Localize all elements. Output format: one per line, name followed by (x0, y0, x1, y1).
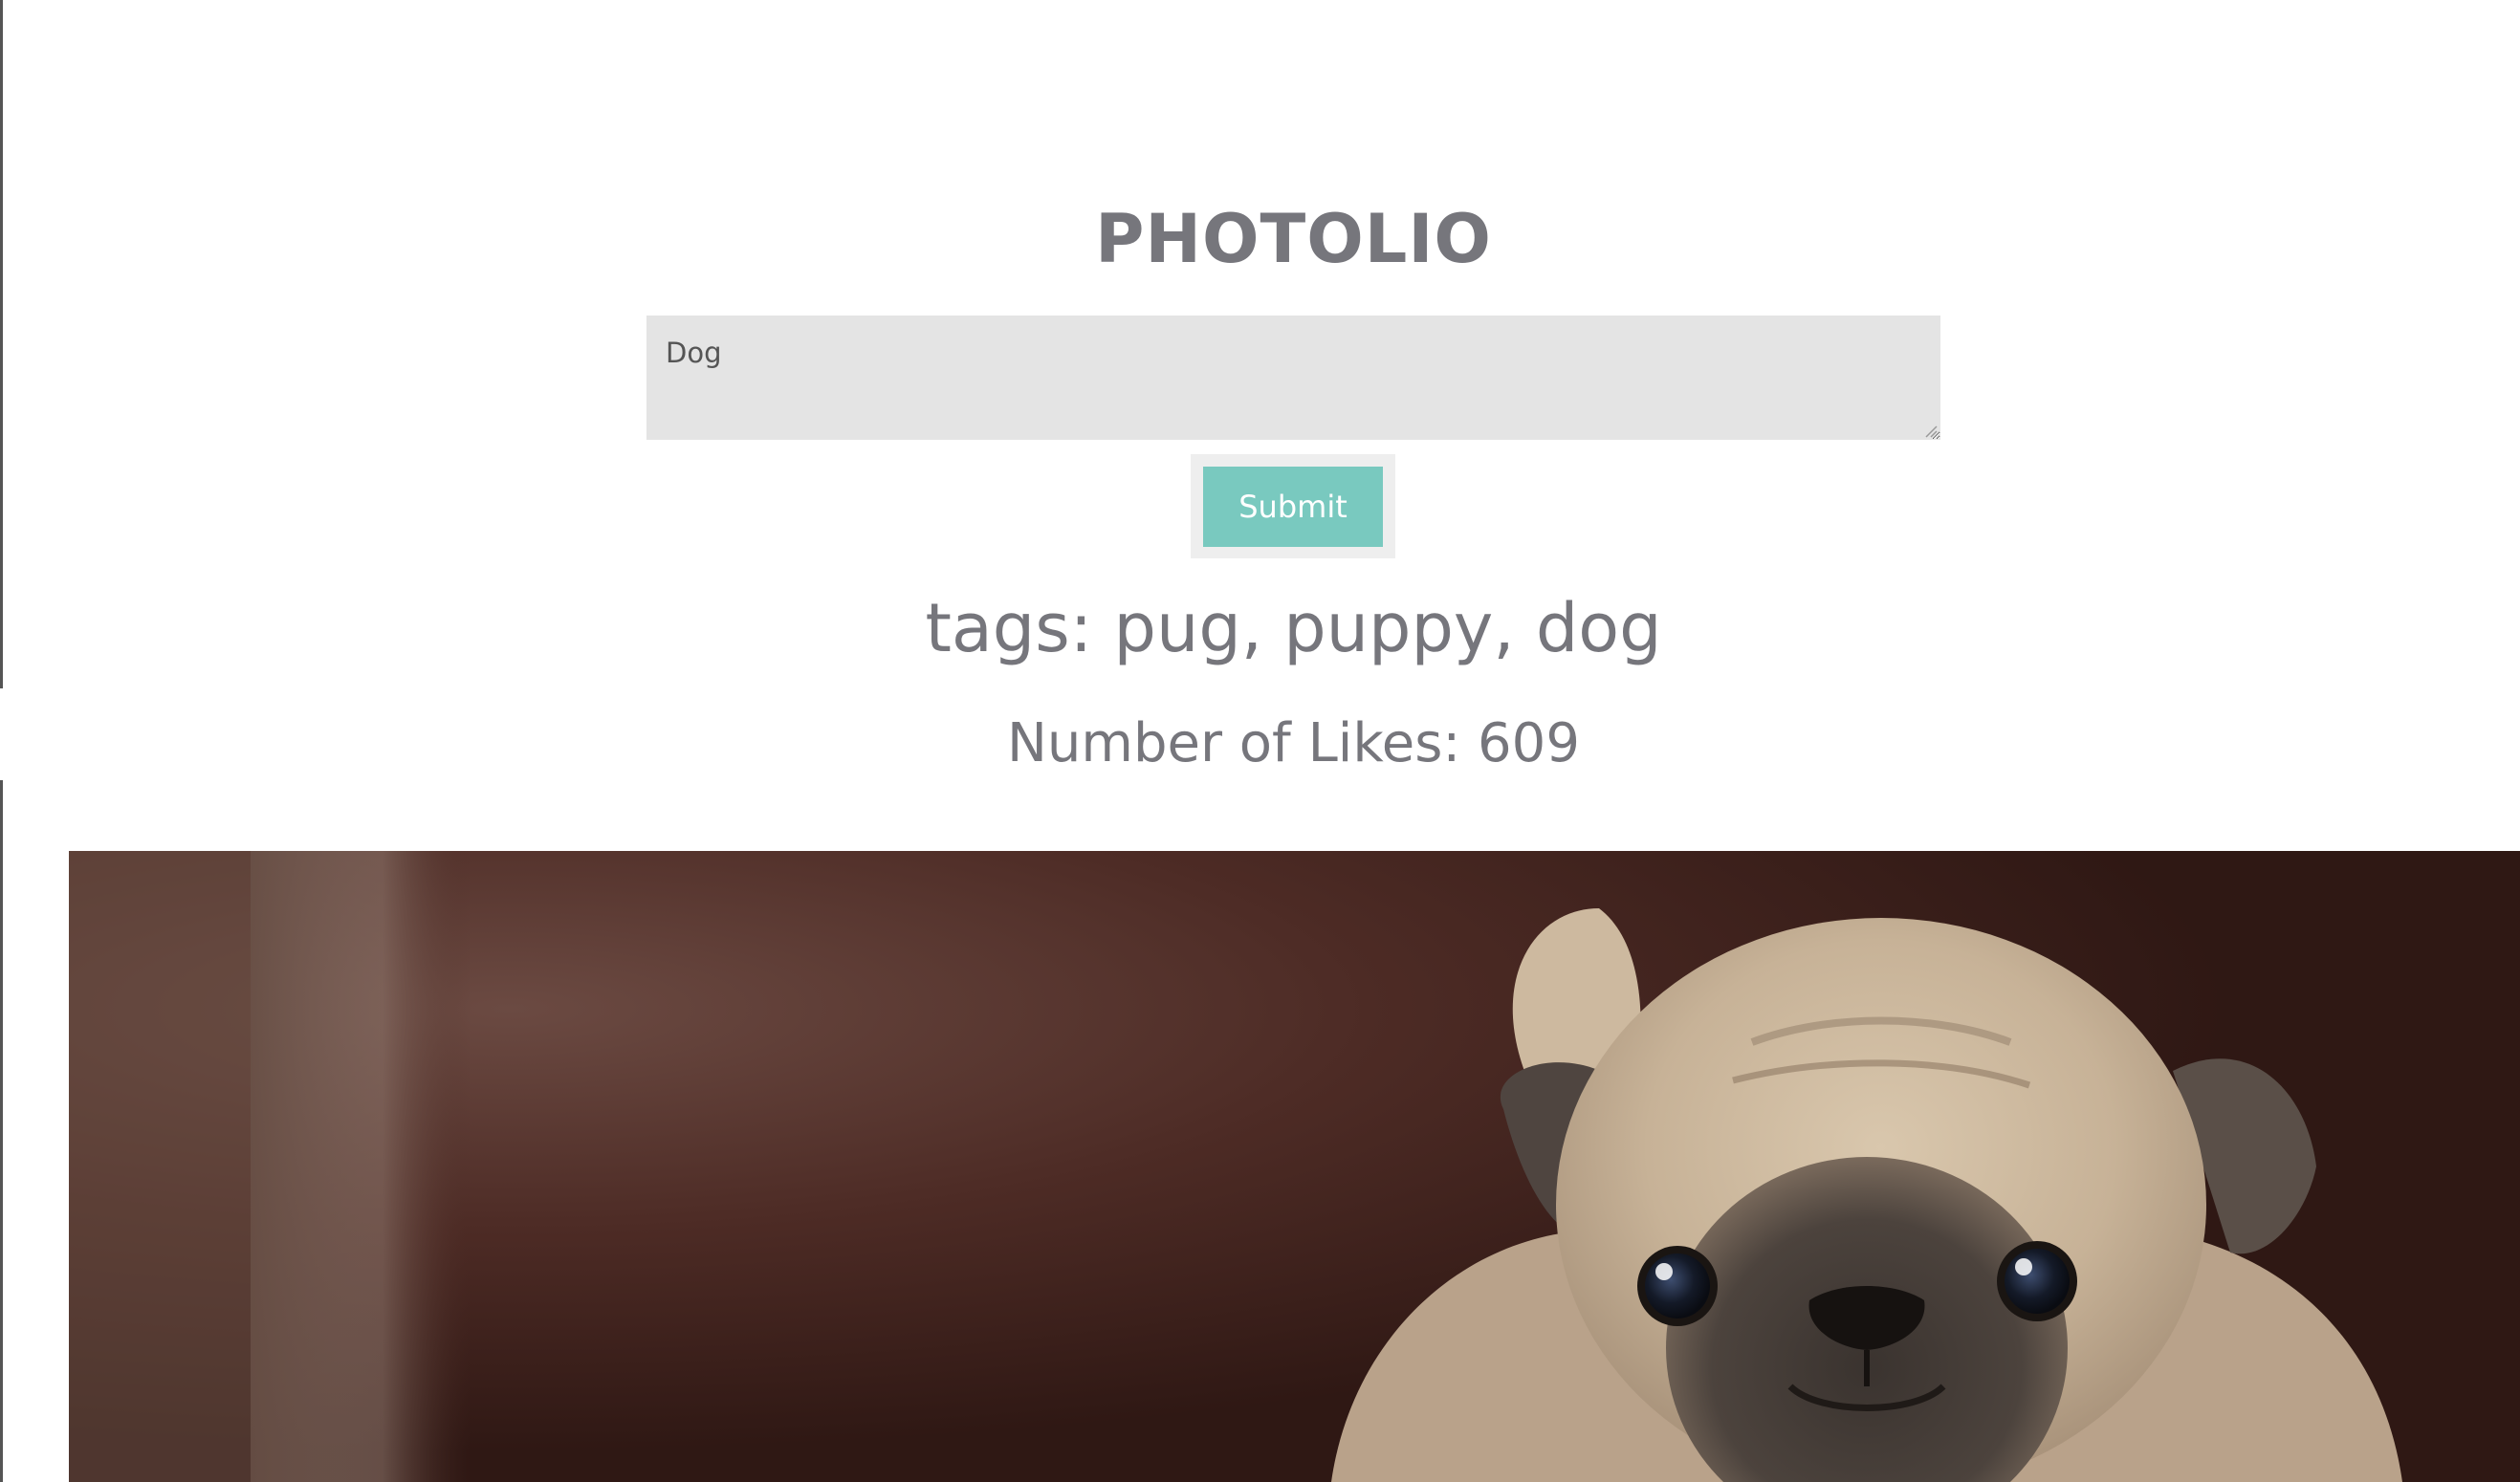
likes-count: Number of Likes: 609 (1007, 712, 1580, 774)
submit-button[interactable]: Submit (1203, 467, 1383, 547)
pug-photo-illustration (69, 851, 2520, 1482)
photo-tags: tags: pug, puppy, dog (925, 589, 1662, 667)
submit-button-frame: Submit (1191, 454, 1395, 558)
app-title: PHOTOLIO (1095, 200, 1492, 278)
search-input[interactable] (646, 316, 1940, 440)
photo-image (69, 851, 2520, 1482)
resize-grip-icon[interactable] (1924, 425, 1938, 438)
page: PHOTOLIO Submit tags: pug, puppy, dog Nu… (0, 0, 2520, 1482)
